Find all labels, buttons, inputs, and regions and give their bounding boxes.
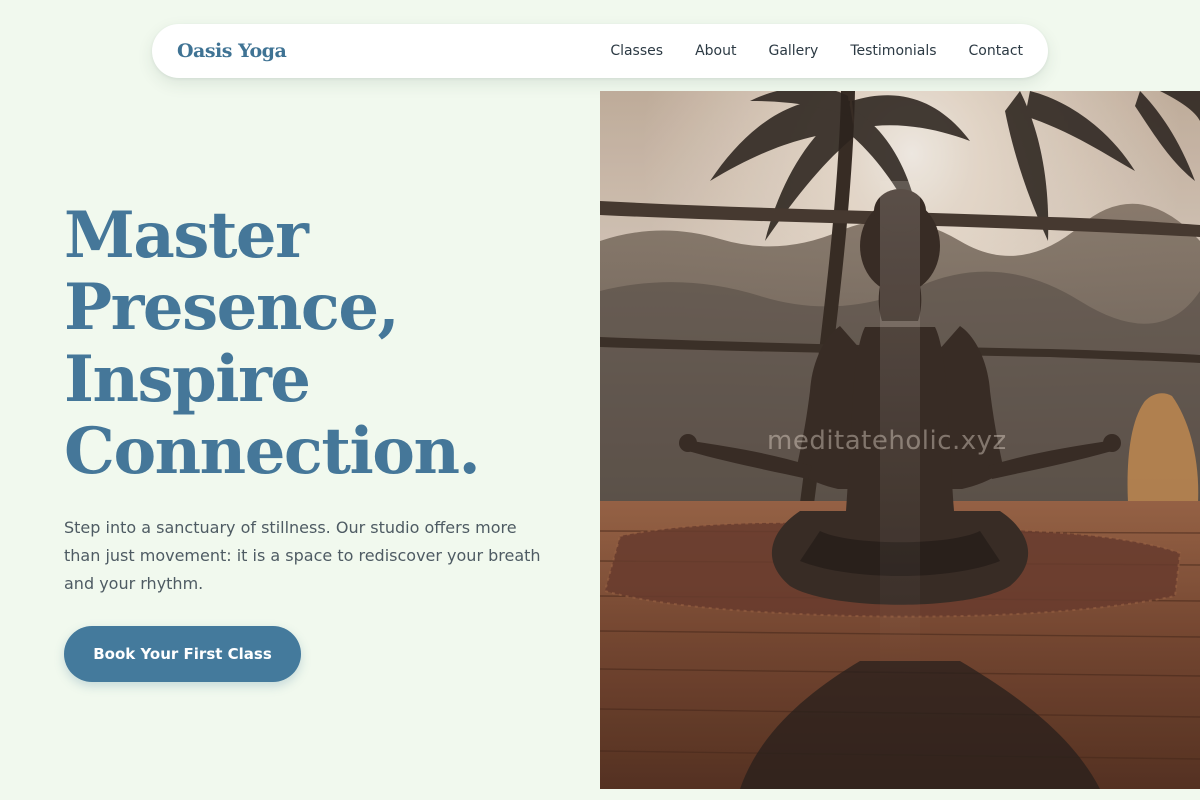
book-first-class-button[interactable]: Book Your First Class — [64, 626, 301, 682]
nav-link-classes[interactable]: Classes — [610, 43, 663, 59]
headline-line: Connection. — [64, 414, 481, 489]
headline-line: Master — [64, 198, 309, 273]
hero-text: Master Presence, Inspire Connection. Ste… — [64, 200, 584, 598]
nav-link-about[interactable]: About — [695, 43, 736, 59]
nav-links: Classes About Gallery Testimonials Conta… — [610, 43, 1023, 59]
headline-line: Presence, — [64, 270, 400, 345]
brand-logo[interactable]: Oasis Yoga — [177, 40, 287, 62]
hero-description: Step into a sanctuary of stillness. Our … — [64, 518, 541, 593]
hero-headline: Master Presence, Inspire Connection. — [64, 200, 584, 488]
headline-line: Inspire — [64, 342, 311, 417]
hero-image — [600, 91, 1200, 789]
nav-link-gallery[interactable]: Gallery — [768, 43, 818, 59]
nav-link-testimonials[interactable]: Testimonials — [850, 43, 936, 59]
nav-link-contact[interactable]: Contact — [969, 43, 1023, 59]
top-navbar: Oasis Yoga Classes About Gallery Testimo… — [152, 24, 1048, 78]
